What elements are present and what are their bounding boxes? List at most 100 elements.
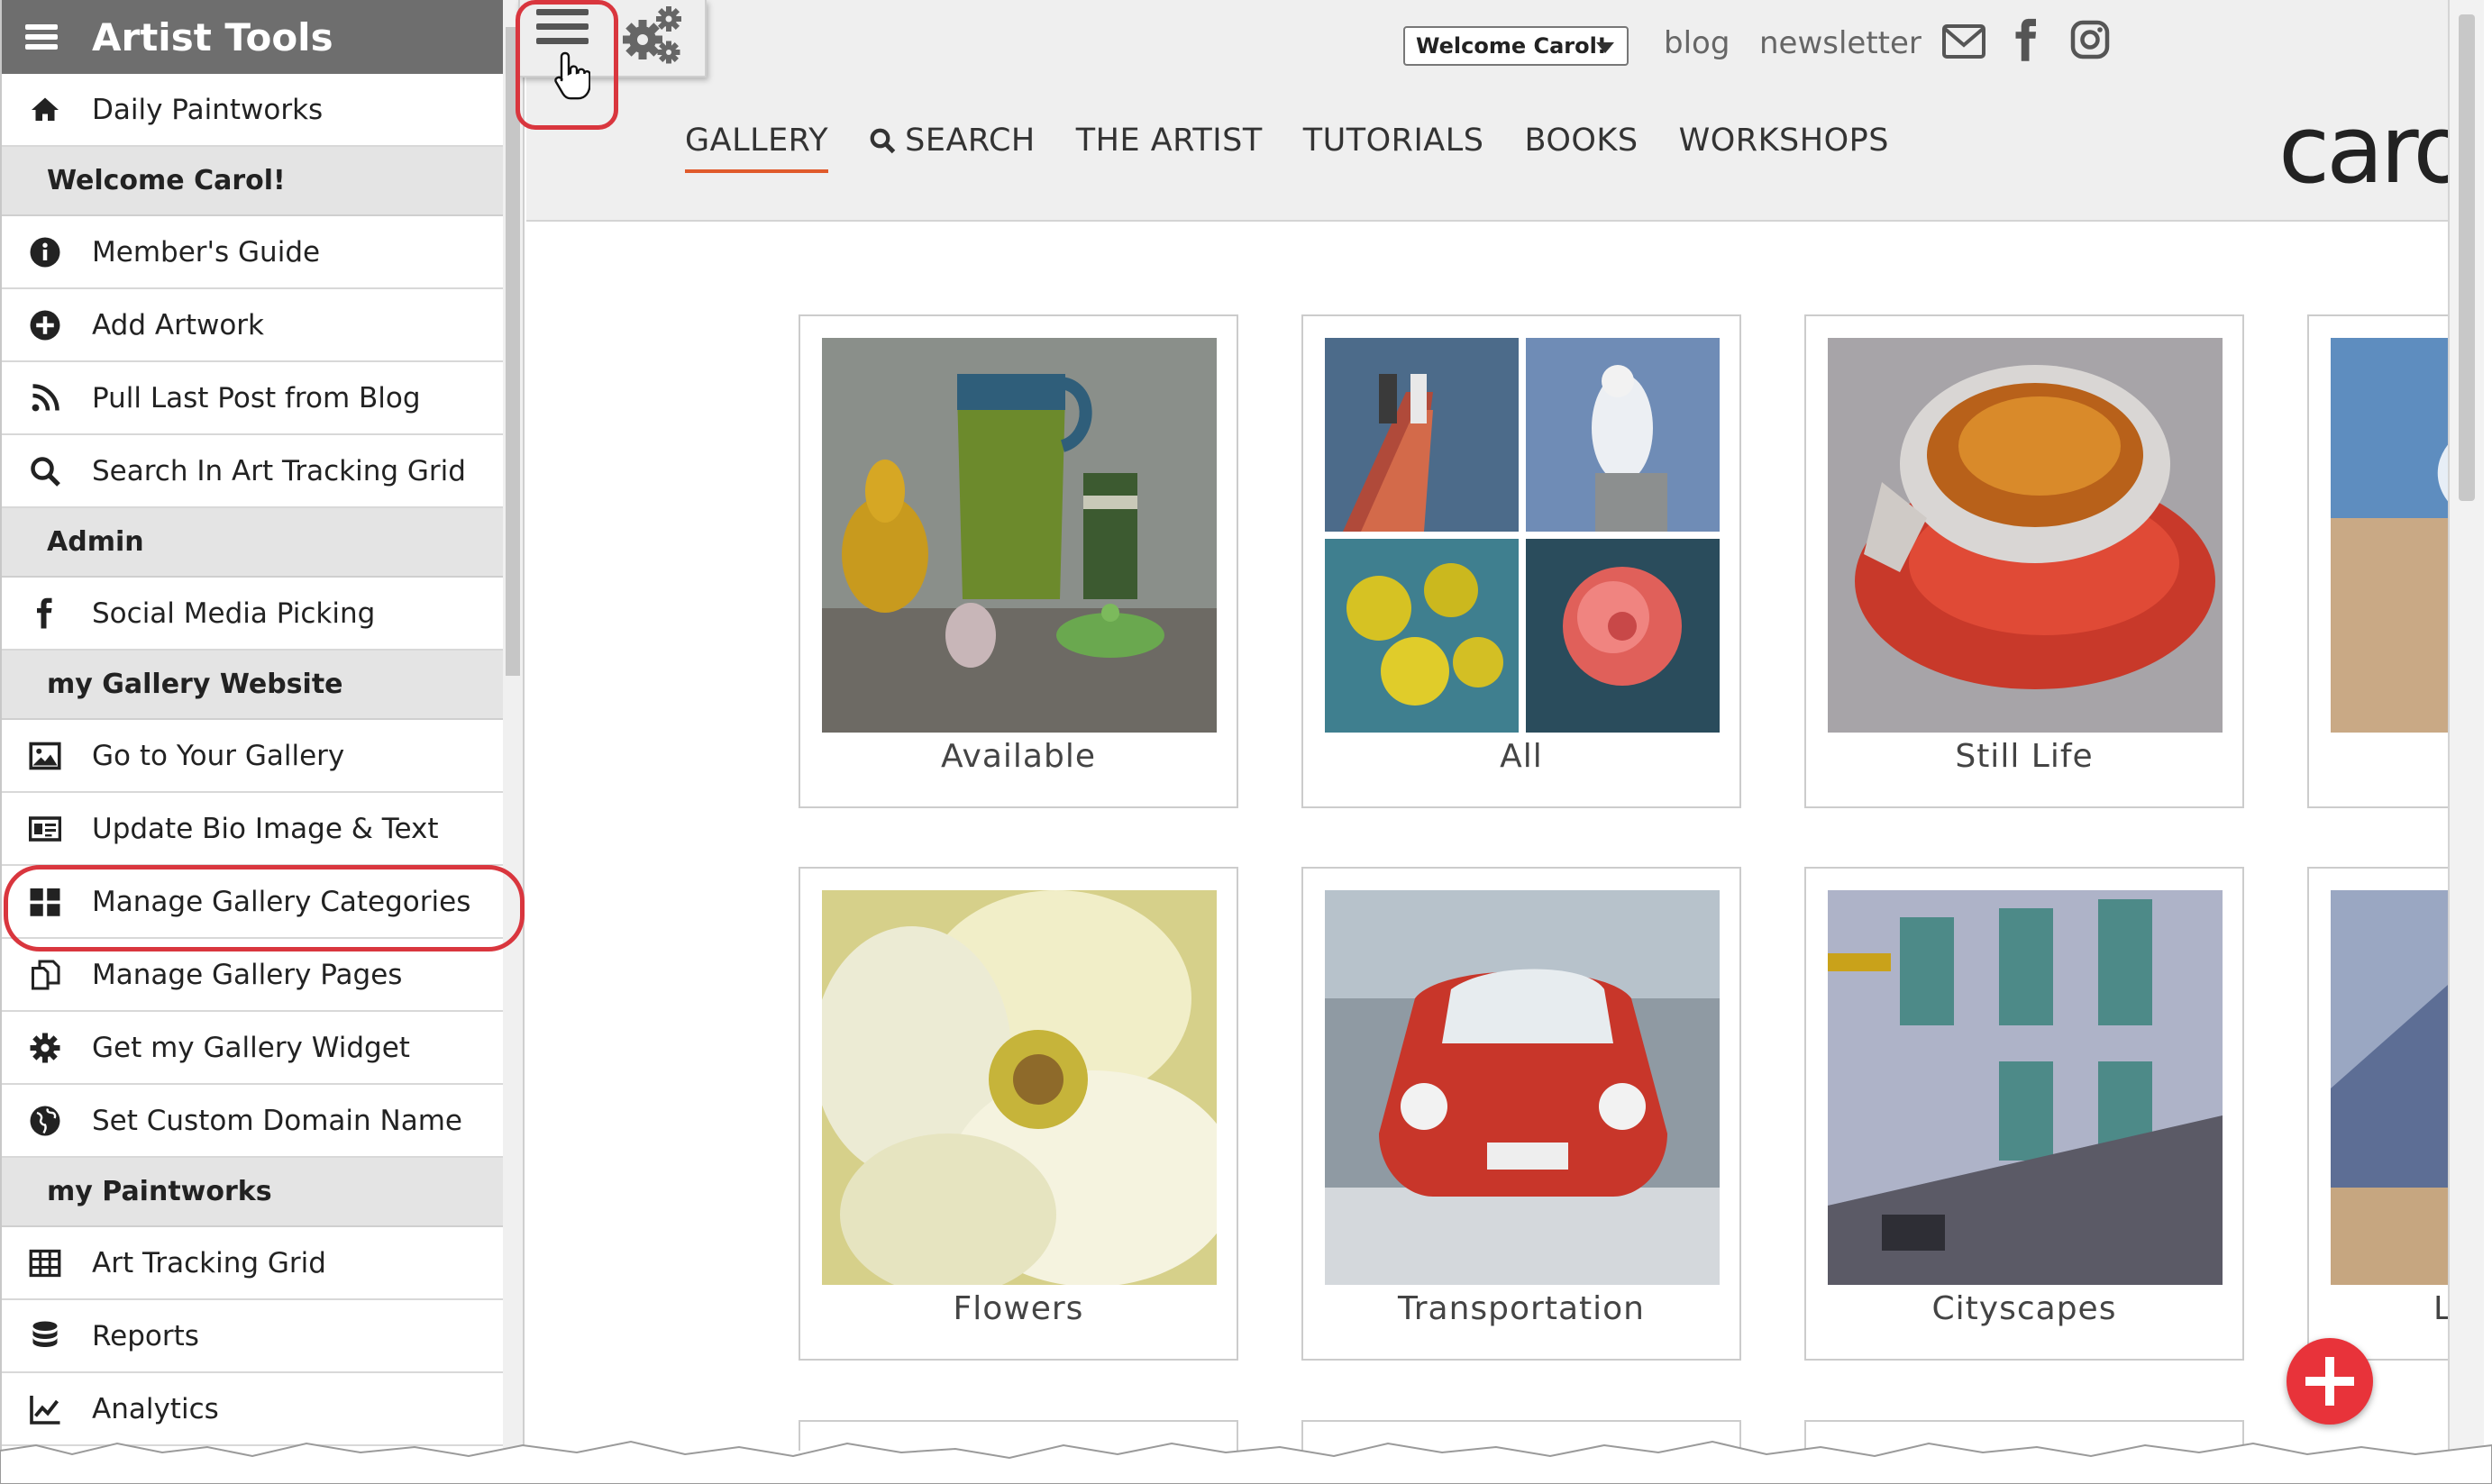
gallery-content: Available All Still Life Flowers Transpo… xyxy=(526,222,2451,1451)
sidebar-item-label: Member's Guide xyxy=(92,235,321,269)
database-icon xyxy=(27,1318,63,1354)
sidebar-item-daily-paintworks[interactable]: Daily Paintworks xyxy=(2,74,505,147)
nav-gallery[interactable]: GALLERY xyxy=(685,123,829,173)
gallery-card-title: L xyxy=(2433,1290,2451,1327)
sidebar-item-label: Manage Gallery Pages xyxy=(92,958,403,991)
nav-search[interactable]: SEARCH xyxy=(869,123,1036,159)
sidebar-menu-icon[interactable] xyxy=(25,24,58,50)
site-logo[interactable]: carol xyxy=(2278,105,2451,195)
sidebar-item-label: Art Tracking Grid xyxy=(92,1246,326,1279)
rss-icon xyxy=(27,380,63,416)
search-icon xyxy=(27,453,63,489)
sidebar-item-label: Pull Last Post from Blog xyxy=(92,381,421,414)
line-chart-icon xyxy=(27,1391,63,1427)
sidebar-item-manage-categories[interactable]: Manage Gallery Categories xyxy=(2,866,505,939)
sidebar-item-label: Search In Art Tracking Grid xyxy=(92,454,466,487)
sidebar-item-label: Set Custom Domain Name xyxy=(92,1104,462,1137)
site-header: Welcome Carol! blog newsletter GALLERY S… xyxy=(526,0,2451,222)
search-icon xyxy=(870,128,896,154)
sidebar-item-update-bio[interactable]: Update Bio Image & Text xyxy=(2,793,505,866)
sidebar-item-add-artwork[interactable]: Add Artwork xyxy=(2,289,505,362)
hand-cursor-icon xyxy=(554,51,590,100)
grid-icon xyxy=(27,884,63,920)
sidebar-item-go-to-gallery[interactable]: Go to Your Gallery xyxy=(2,720,505,793)
sidebar-item-pull-last-post[interactable]: Pull Last Post from Blog xyxy=(2,362,505,435)
sidebar-item-reports[interactable]: Reports xyxy=(2,1300,505,1373)
nav-search-label: SEARCH xyxy=(905,123,1036,159)
facebook-icon xyxy=(27,596,63,632)
main-nav: GALLERY SEARCH THE ARTIST TUTORIALS BOOK… xyxy=(685,123,1930,173)
copy-pages-icon xyxy=(27,957,63,993)
sidebar-item-manage-pages[interactable]: Manage Gallery Pages xyxy=(2,939,505,1012)
table-icon xyxy=(27,1245,63,1281)
nav-workshops[interactable]: WORKSHOPS xyxy=(1679,123,1889,159)
section-welcome: Welcome Carol! xyxy=(2,147,505,216)
sidebar-item-label: Go to Your Gallery xyxy=(92,739,345,772)
gallery-card-available[interactable]: Available xyxy=(799,314,1238,808)
nav-tutorials[interactable]: TUTORIALS xyxy=(1303,123,1484,159)
gallery-thumbnail xyxy=(1828,890,2223,1285)
gallery-thumbnail xyxy=(2331,890,2451,1285)
gallery-thumbnail-collage xyxy=(1325,338,1720,733)
email-icon[interactable] xyxy=(1941,23,1986,59)
gallery-card-all[interactable]: All xyxy=(1301,314,1741,808)
facebook-icon[interactable] xyxy=(2013,18,2040,61)
gallery-card-title: All xyxy=(1500,738,1543,775)
sidebar-item-art-tracking-grid[interactable]: Art Tracking Grid xyxy=(2,1227,505,1300)
sidebar-item-members-guide[interactable]: Member's Guide xyxy=(2,216,505,289)
nav-the-artist[interactable]: THE ARTIST xyxy=(1076,123,1263,159)
home-icon xyxy=(27,92,63,128)
gallery-card-title: Available xyxy=(941,738,1096,775)
section-admin: Admin xyxy=(2,508,505,578)
gallery-card-partial-2[interactable]: L xyxy=(2307,867,2451,1361)
instagram-icon[interactable] xyxy=(2070,20,2110,59)
section-gallery-website: my Gallery Website xyxy=(2,651,505,720)
gallery-card-title: Still Life xyxy=(1955,738,2094,775)
gallery-card-flowers[interactable]: Flowers xyxy=(799,867,1238,1361)
nav-books[interactable]: BOOKS xyxy=(1524,123,1638,159)
sidebar-item-label: Manage Gallery Categories xyxy=(92,885,471,918)
sidebar-title: Artist Tools xyxy=(92,14,333,59)
sidebar-item-label: Add Artwork xyxy=(92,308,264,341)
sidebar-item-gallery-widget[interactable]: Get my Gallery Widget xyxy=(2,1012,505,1085)
sidebar-item-social-media[interactable]: Social Media Picking xyxy=(2,578,505,651)
sidebar-item-label: Social Media Picking xyxy=(92,596,376,630)
settings-gears-icon[interactable] xyxy=(617,4,686,68)
sidebar-item-custom-domain[interactable]: Set Custom Domain Name xyxy=(2,1085,505,1158)
info-icon xyxy=(27,234,63,270)
gallery-card-title: Cityscapes xyxy=(1931,1290,2117,1327)
section-paintworks: my Paintworks xyxy=(2,1158,505,1227)
gallery-card-transportation[interactable]: Transportation xyxy=(1301,867,1741,1361)
gallery-card-title: Flowers xyxy=(953,1290,1084,1327)
plus-circle-icon xyxy=(27,307,63,343)
plus-icon xyxy=(2305,1357,2354,1406)
sidebar-item-search-grid[interactable]: Search In Art Tracking Grid xyxy=(2,435,505,508)
torn-edge-decoration xyxy=(0,1440,2492,1484)
sidebar-item-label: Daily Paintworks xyxy=(92,93,324,126)
sidebar-scroll-thumb[interactable] xyxy=(506,27,520,676)
sidebar-header: Artist Tools xyxy=(2,0,505,74)
sidebar-item-label: Analytics xyxy=(92,1392,219,1425)
gallery-card-partial-1[interactable] xyxy=(2307,314,2451,808)
gallery-thumbnail xyxy=(822,890,1217,1285)
chevron-down-icon xyxy=(1596,42,1614,53)
welcome-dropdown-value: Welcome Carol! xyxy=(1416,33,1607,59)
sidebar-scrollbar[interactable] xyxy=(503,0,525,1451)
gallery-card-title: Transportation xyxy=(1398,1290,1645,1327)
gear-icon xyxy=(27,1030,63,1066)
artist-tools-sidebar: Artist Tools Daily Paintworks Welcome Ca… xyxy=(0,0,507,1451)
gallery-thumbnail xyxy=(1325,890,1720,1285)
gallery-card-still-life[interactable]: Still Life xyxy=(1804,314,2244,808)
blog-link[interactable]: blog xyxy=(1664,25,1730,61)
sidebar-item-label: Reports xyxy=(92,1319,199,1352)
id-card-icon xyxy=(27,811,63,847)
page-scroll-thumb[interactable] xyxy=(2459,14,2475,501)
add-button[interactable] xyxy=(2287,1338,2373,1425)
admin-toolbar-tab xyxy=(518,0,707,100)
welcome-dropdown[interactable]: Welcome Carol! xyxy=(1403,26,1629,66)
page-scrollbar[interactable] xyxy=(2448,0,2484,1451)
newsletter-link[interactable]: newsletter xyxy=(1759,25,1921,61)
gallery-card-cityscapes[interactable]: Cityscapes xyxy=(1804,867,2244,1361)
image-icon xyxy=(27,738,63,774)
gallery-thumbnail xyxy=(822,338,1217,733)
